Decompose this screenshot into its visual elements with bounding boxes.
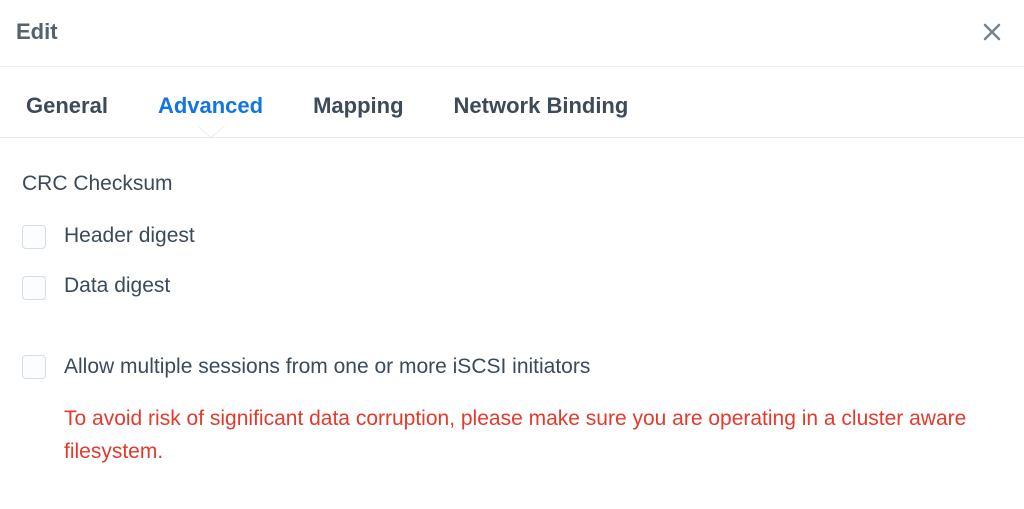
- crc-checksum-label: CRC Checksum: [22, 172, 1002, 196]
- tabs: General Advanced Mapping Network Binding: [0, 67, 1024, 138]
- option-multi-session: Allow multiple sessions from one or more…: [22, 353, 1002, 381]
- option-data-digest: Data digest: [22, 272, 1002, 300]
- header-digest-label[interactable]: Header digest: [64, 222, 195, 250]
- data-digest-label[interactable]: Data digest: [64, 272, 170, 300]
- multi-session-warning: To avoid risk of significant data corrup…: [64, 403, 984, 468]
- tab-network-binding[interactable]: Network Binding: [450, 93, 633, 137]
- tab-general[interactable]: General: [22, 93, 112, 137]
- tab-mapping[interactable]: Mapping: [309, 93, 407, 137]
- close-icon[interactable]: [976, 16, 1008, 48]
- dialog-title: Edit: [16, 19, 58, 45]
- multi-session-label[interactable]: Allow multiple sessions from one or more…: [64, 353, 590, 381]
- option-header-digest: Header digest: [22, 222, 1002, 250]
- multi-session-checkbox[interactable]: [22, 355, 46, 379]
- tab-advanced[interactable]: Advanced: [154, 93, 267, 137]
- dialog-body: CRC Checksum Header digest Data digest A…: [0, 138, 1024, 468]
- dialog-header: Edit: [0, 0, 1024, 67]
- header-digest-checkbox[interactable]: [22, 225, 46, 249]
- edit-dialog: Edit General Advanced Mapping Network Bi…: [0, 0, 1024, 509]
- data-digest-checkbox[interactable]: [22, 276, 46, 300]
